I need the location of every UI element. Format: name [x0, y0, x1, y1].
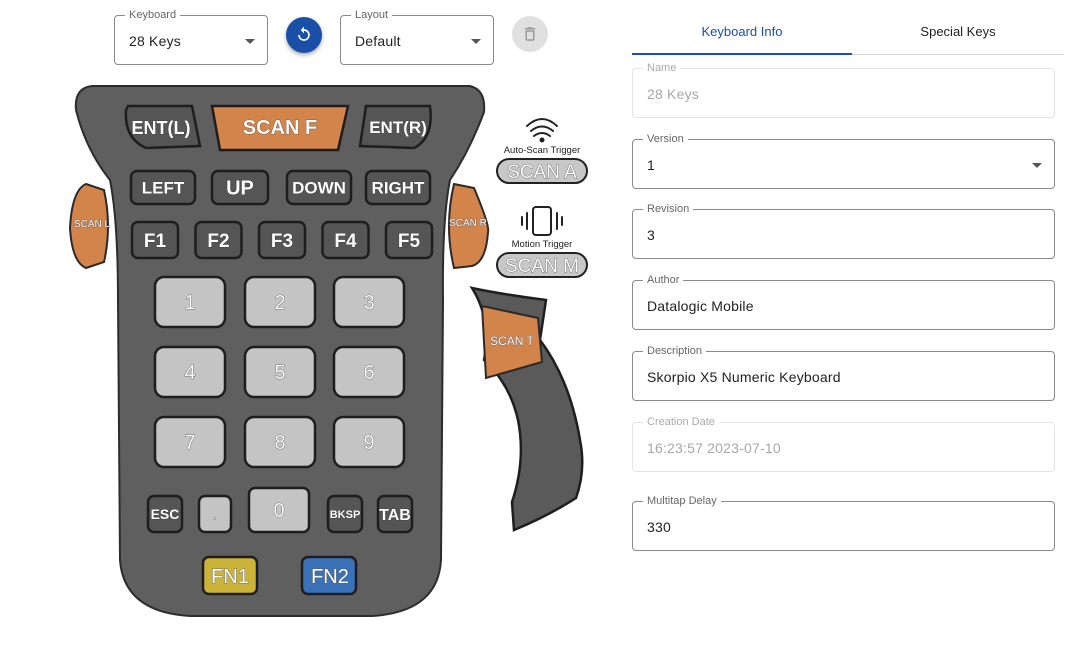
key-label: ENT(R): [369, 118, 427, 137]
key-f1[interactable]: F1: [130, 220, 180, 260]
key-label: 4: [184, 362, 195, 384]
active-tab-indicator: [632, 53, 852, 55]
key-label: 5: [274, 362, 285, 384]
version-select[interactable]: Version 1: [632, 133, 1055, 189]
key-label: BKSP: [330, 509, 361, 521]
key-label: F4: [334, 231, 357, 252]
multitap-delay-field[interactable]: Multitap Delay 330: [632, 495, 1055, 551]
key-left[interactable]: LEFT: [129, 169, 197, 206]
key-f3[interactable]: F3: [257, 220, 307, 260]
key-label: F5: [398, 231, 421, 252]
key-0[interactable]: 0: [247, 486, 311, 534]
tab-label: Keyboard Info: [701, 24, 783, 39]
key-label: 8: [274, 432, 285, 454]
author-field[interactable]: Author Datalogic Mobile: [632, 274, 1055, 330]
key-5[interactable]: 5: [243, 345, 317, 399]
key-label: 2: [274, 292, 285, 314]
key-ent-l[interactable]: ENT(L): [124, 104, 202, 150]
name-label: Name: [643, 62, 681, 74]
side-key-label: SCAN T: [490, 334, 534, 348]
tab-keyboard-info[interactable]: Keyboard Info: [632, 10, 852, 53]
key-8[interactable]: 8: [243, 415, 317, 469]
key-label: 6: [363, 362, 374, 384]
key-label: F1: [144, 231, 167, 252]
name-field: Name 28 Keys: [632, 62, 1055, 118]
key-f4[interactable]: F4: [321, 220, 370, 260]
creation-date-label: Creation Date: [643, 416, 719, 428]
trigger-key-label: SCAN A: [507, 162, 577, 183]
key-tab[interactable]: TAB: [376, 494, 414, 534]
key-label: 7: [184, 432, 195, 454]
key-label: ESC: [151, 506, 180, 522]
key-period[interactable]: .: [197, 494, 233, 534]
key-scan-f[interactable]: SCAN F: [210, 104, 350, 152]
side-key-label: SCAN R: [449, 218, 487, 229]
key-label: TAB: [379, 507, 411, 524]
key-4[interactable]: 4: [153, 345, 227, 399]
key-label: RIGHT: [372, 179, 426, 198]
revision-field[interactable]: Revision 3: [632, 203, 1055, 259]
key-label: ENT(L): [132, 118, 191, 138]
key-right[interactable]: RIGHT: [364, 169, 432, 206]
creation-date-value: 16:23:57 2023-07-10: [647, 440, 781, 456]
key-label: DOWN: [292, 179, 346, 198]
author-label: Author: [643, 274, 684, 286]
vibrate-phone-icon: [521, 206, 563, 236]
motion-trigger[interactable]: Motion Trigger SCAN M: [496, 206, 588, 278]
key-down[interactable]: DOWN: [285, 169, 353, 206]
tab-bar: Keyboard Info Special Keys: [632, 10, 1064, 55]
key-9[interactable]: 9: [332, 415, 406, 469]
key-f5[interactable]: F5: [384, 220, 434, 260]
revision-label: Revision: [643, 203, 694, 215]
key-label: F3: [271, 231, 293, 252]
key-7[interactable]: 7: [153, 415, 227, 469]
key-label: 3: [363, 292, 374, 314]
trigger-label: Auto-Scan Trigger: [504, 145, 581, 156]
key-label: FN1: [211, 566, 249, 588]
trigger-label: Motion Trigger: [512, 239, 573, 250]
key-label: UP: [226, 178, 254, 200]
wifi-signal-icon: [526, 118, 558, 143]
version-label: Version: [643, 133, 688, 145]
key-fn2[interactable]: FN2: [300, 555, 358, 596]
multitap-delay-value: 330: [647, 519, 671, 535]
version-value: 1: [647, 157, 655, 173]
key-fn1[interactable]: FN1: [201, 555, 259, 596]
key-label: 9: [363, 432, 374, 454]
description-field[interactable]: Description Skorpio X5 Numeric Keyboard: [632, 345, 1055, 401]
key-label: .: [213, 506, 217, 522]
key-label: LEFT: [142, 179, 185, 198]
trigger-key-label: SCAN M: [505, 256, 579, 277]
multitap-delay-label: Multitap Delay: [643, 495, 721, 507]
description-label: Description: [643, 345, 707, 357]
key-bksp[interactable]: BKSP: [326, 494, 364, 534]
key-label: 0: [273, 500, 284, 522]
key-ent-r[interactable]: ENT(R): [358, 104, 432, 150]
key-label: F2: [207, 231, 229, 252]
key-f2[interactable]: F2: [194, 220, 243, 260]
tab-special-keys[interactable]: Special Keys: [848, 10, 1068, 53]
side-key-scan-l[interactable]: SCAN L: [68, 182, 111, 270]
name-value: 28 Keys: [647, 86, 699, 102]
key-2[interactable]: 2: [243, 275, 317, 329]
key-up[interactable]: UP: [210, 169, 270, 206]
author-value: Datalogic Mobile: [647, 298, 754, 314]
key-3[interactable]: 3: [332, 275, 406, 329]
side-key-label: SCAN L: [74, 219, 111, 230]
keyboard-diagram: SCAN L SCAN R ENT(L) SCAN F ENT(R) LEFT U…: [68, 85, 588, 617]
revision-value: 3: [647, 227, 655, 243]
tab-label: Special Keys: [920, 24, 996, 39]
key-esc[interactable]: ESC: [146, 494, 184, 534]
creation-date-field: Creation Date 16:23:57 2023-07-10: [632, 416, 1055, 472]
key-label: 1: [184, 292, 195, 314]
key-label: SCAN F: [243, 117, 317, 139]
auto-scan-trigger[interactable]: Auto-Scan Trigger SCAN A: [496, 118, 588, 184]
chevron-down-icon: [1032, 163, 1042, 168]
key-1[interactable]: 1: [153, 275, 227, 329]
key-label: FN2: [311, 566, 349, 588]
key-6[interactable]: 6: [332, 345, 406, 399]
side-key-scan-r[interactable]: SCAN R: [448, 182, 490, 270]
description-value: Skorpio X5 Numeric Keyboard: [647, 369, 841, 385]
